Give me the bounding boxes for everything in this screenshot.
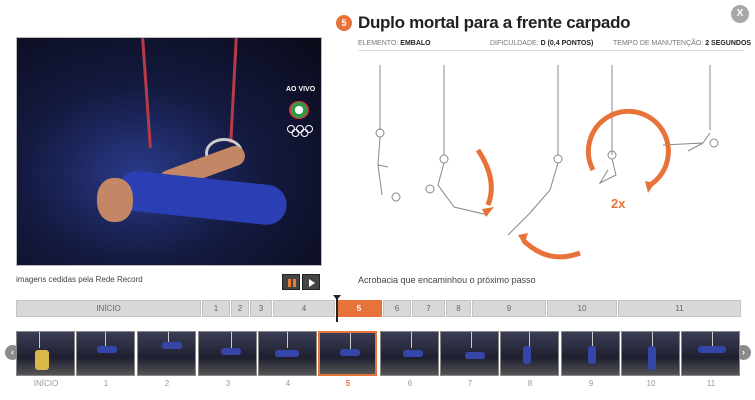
ring-rope (229, 38, 238, 144)
broadcaster-logo (289, 101, 309, 119)
timeline-segment-11[interactable]: 11 (618, 300, 741, 317)
page-title: Duplo mortal para a frente carpado (358, 13, 631, 32)
pause-icon (288, 279, 291, 287)
thumbnail-7[interactable] (440, 331, 499, 376)
thumbnail-inicio[interactable] (16, 331, 75, 376)
ring-rope (141, 38, 152, 148)
element-info: ELEMENTO: EMBALO (358, 40, 431, 47)
timeline-segment-9[interactable]: 9 (472, 300, 546, 317)
pause-button[interactable] (282, 274, 300, 290)
live-label: AO VIVO (286, 86, 316, 93)
play-icon (309, 279, 315, 287)
illustration-caption: Acrobacia que encaminhou o próximo passo (358, 275, 536, 285)
move-info-bar: ELEMENTO: EMBALO DIFICULDADE: D (0,4 PON… (358, 37, 751, 51)
gymnast-body (115, 169, 289, 227)
thumbnail-label-7: 7 (467, 379, 473, 388)
hold-time-key: TEMPO DE MANUTENÇÃO: (613, 40, 704, 47)
thumbnail-10[interactable] (621, 331, 680, 376)
movement-illustration: 2x (375, 65, 719, 260)
timeline-segment-inicio[interactable]: INÍCIO (16, 300, 201, 317)
thumbnail-4[interactable] (258, 331, 317, 376)
thumbnail-label-6: 6 (407, 379, 413, 388)
thumbnail-8[interactable] (500, 331, 559, 376)
timeline-segment-6[interactable]: 6 (383, 300, 411, 317)
step-number-badge: 5 (336, 15, 352, 31)
element-key: ELEMENTO: (358, 40, 399, 47)
timeline-segment-2[interactable]: 2 (231, 300, 249, 317)
thumbnail-label-4: 4 (285, 379, 291, 388)
gymnast-head (97, 178, 133, 222)
play-button[interactable] (302, 274, 320, 290)
video-player[interactable]: AO VIVO (16, 37, 322, 266)
multiplier-label: 2x (611, 196, 626, 211)
difficulty-info: DIFICULDADE: D (0,4 PONTOS) (490, 40, 593, 47)
timeline-segment-5[interactable]: 5 (336, 300, 382, 317)
thumbnail-strip (16, 331, 740, 376)
timeline-segment-3[interactable]: 3 (250, 300, 272, 317)
thumbnail-9[interactable] (561, 331, 620, 376)
timeline-segment-4[interactable]: 4 (273, 300, 335, 317)
pause-icon (293, 279, 296, 287)
thumbnail-label-5: 5 (345, 379, 351, 388)
difficulty-key: DIFICULDADE: (490, 40, 539, 47)
thumbnail-label-9: 9 (588, 379, 594, 388)
thumbnail-3[interactable] (198, 331, 257, 376)
video-credit: imagens cedidas pela Rede Record (16, 275, 143, 284)
thumbnail-label-inicio: INÍCIO (33, 379, 59, 388)
thumbnail-label-10: 10 (646, 379, 656, 388)
element-value: EMBALO (400, 40, 431, 47)
timeline-segment-7[interactable]: 7 (412, 300, 445, 317)
thumbnail-6[interactable] (380, 331, 439, 376)
thumbnail-label-1: 1 (103, 379, 109, 388)
thumbnail-label-11: 11 (706, 379, 716, 388)
thumbnail-1[interactable] (76, 331, 135, 376)
thumbnail-2[interactable] (137, 331, 196, 376)
hold-time-info: TEMPO DE MANUTENÇÃO: 2 SEGUNDOS (613, 40, 751, 47)
timeline-segment-8[interactable]: 8 (446, 300, 471, 317)
olympic-rings-icon (287, 125, 313, 137)
hold-time-value: 2 SEGUNDOS (705, 40, 752, 47)
thumbnail-label-2: 2 (164, 379, 170, 388)
timeline-segment-10[interactable]: 10 (547, 300, 617, 317)
difficulty-value: D (0,4 PONTOS) (540, 40, 594, 47)
close-button[interactable]: X (731, 5, 749, 23)
thumbnail-5[interactable] (318, 331, 377, 376)
step-timeline: INÍCIO 1 2 3 4 5 6 7 8 9 10 11 (16, 300, 741, 318)
timeline-segment-1[interactable]: 1 (202, 300, 230, 317)
timeline-playhead[interactable] (333, 295, 341, 322)
thumbnail-label-3: 3 (225, 379, 231, 388)
thumbnail-label-8: 8 (527, 379, 533, 388)
thumbnail-11[interactable] (681, 331, 740, 376)
